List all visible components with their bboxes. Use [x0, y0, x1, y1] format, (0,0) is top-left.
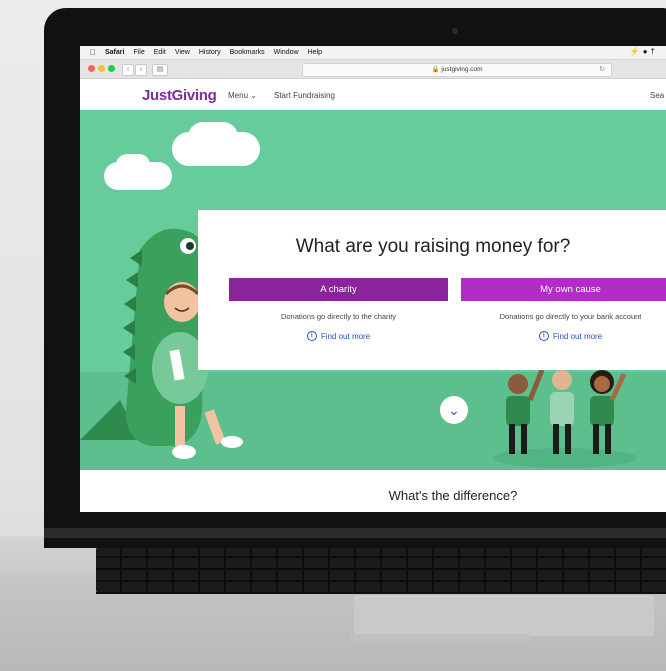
minimize-window-icon[interactable] [98, 65, 105, 72]
people-group-illustration [493, 369, 637, 468]
charity-find-out-more-label: Find out more [320, 331, 371, 341]
menu-bookmarks[interactable]: Bookmarks [230, 49, 265, 56]
lock-icon: 🔒 [431, 66, 440, 73]
safari-toolbar: ‹ › ▤ 🔒 justgiving.com ↻ [80, 60, 666, 79]
own-cause-button[interactable]: My own cause [461, 278, 666, 301]
own-cause-find-out-more-label: Find out more [552, 331, 603, 341]
charity-find-out-more-link[interactable]: i Find out more [229, 331, 448, 341]
nav-start-fundraising[interactable]: Start Fundraising [274, 91, 335, 100]
hero-question: What are you raising money for? [295, 236, 571, 257]
own-cause-find-out-more-link[interactable]: i Find out more [461, 331, 666, 341]
choice-card: What are you raising money for? A charit… [198, 210, 666, 370]
menu-file[interactable]: File [133, 49, 144, 56]
webcam [452, 28, 458, 34]
laptop-hinge [44, 528, 666, 538]
info-icon: i [306, 331, 317, 341]
chevron-down-icon: ⌄ [250, 91, 257, 100]
menu-safari[interactable]: Safari [105, 49, 124, 56]
laptop-keyboard [96, 546, 666, 594]
site-header: JustGiving Menu ⌄ Start Fundraising Sea [80, 79, 666, 111]
sidebar-icon[interactable]: ▤ [152, 64, 168, 76]
chevron-down-icon: ⌄ [448, 402, 460, 418]
nav-search[interactable]: Sea [650, 91, 664, 100]
justgiving-logo[interactable]: JustGiving [142, 87, 217, 104]
photo-scene:  Safari File Edit View History Bookmark… [0, 0, 666, 671]
menu-help[interactable]: Help [308, 49, 322, 56]
mac-menubar:  Safari File Edit View History Bookmark… [80, 46, 666, 60]
difference-section: What's the difference? [80, 470, 666, 512]
apple-icon[interactable]:  [90, 48, 96, 57]
cloud-illustration [116, 154, 150, 176]
back-icon[interactable]: ‹ [122, 64, 134, 76]
charity-button[interactable]: A charity [229, 278, 448, 301]
menu-view[interactable]: View [175, 49, 190, 56]
laptop-screen:  Safari File Edit View History Bookmark… [80, 46, 666, 512]
nav-menu[interactable]: Menu ⌄ [228, 91, 257, 100]
own-cause-description: Donations go directly to your bank accou… [499, 312, 642, 321]
menu-window[interactable]: Window [274, 49, 299, 56]
url-text: justgiving.com [441, 66, 483, 73]
cloud-illustration [188, 122, 238, 152]
forward-icon[interactable]: › [135, 64, 147, 76]
difference-heading: What's the difference? [388, 488, 518, 503]
menu-history[interactable]: History [199, 49, 221, 56]
status-icons[interactable]: ⚡●† [630, 47, 658, 56]
scroll-down-button[interactable]: ⌄ [440, 396, 468, 424]
info-icon: i [538, 331, 549, 341]
keyboard-keys [96, 546, 666, 594]
nav-menu-label: Menu [228, 91, 249, 100]
menu-edit[interactable]: Edit [154, 49, 166, 56]
zoom-window-icon[interactable] [108, 65, 115, 72]
laptop-notch [350, 634, 530, 644]
charity-description: Donations go directly to the charity [280, 312, 397, 321]
laptop-trackpad [354, 596, 654, 636]
hero-section: What are you raising money for? A charit… [80, 110, 666, 470]
close-window-icon[interactable] [88, 65, 95, 72]
address-bar[interactable]: 🔒 justgiving.com ↻ [302, 63, 612, 77]
reload-icon[interactable]: ↻ [599, 64, 605, 76]
